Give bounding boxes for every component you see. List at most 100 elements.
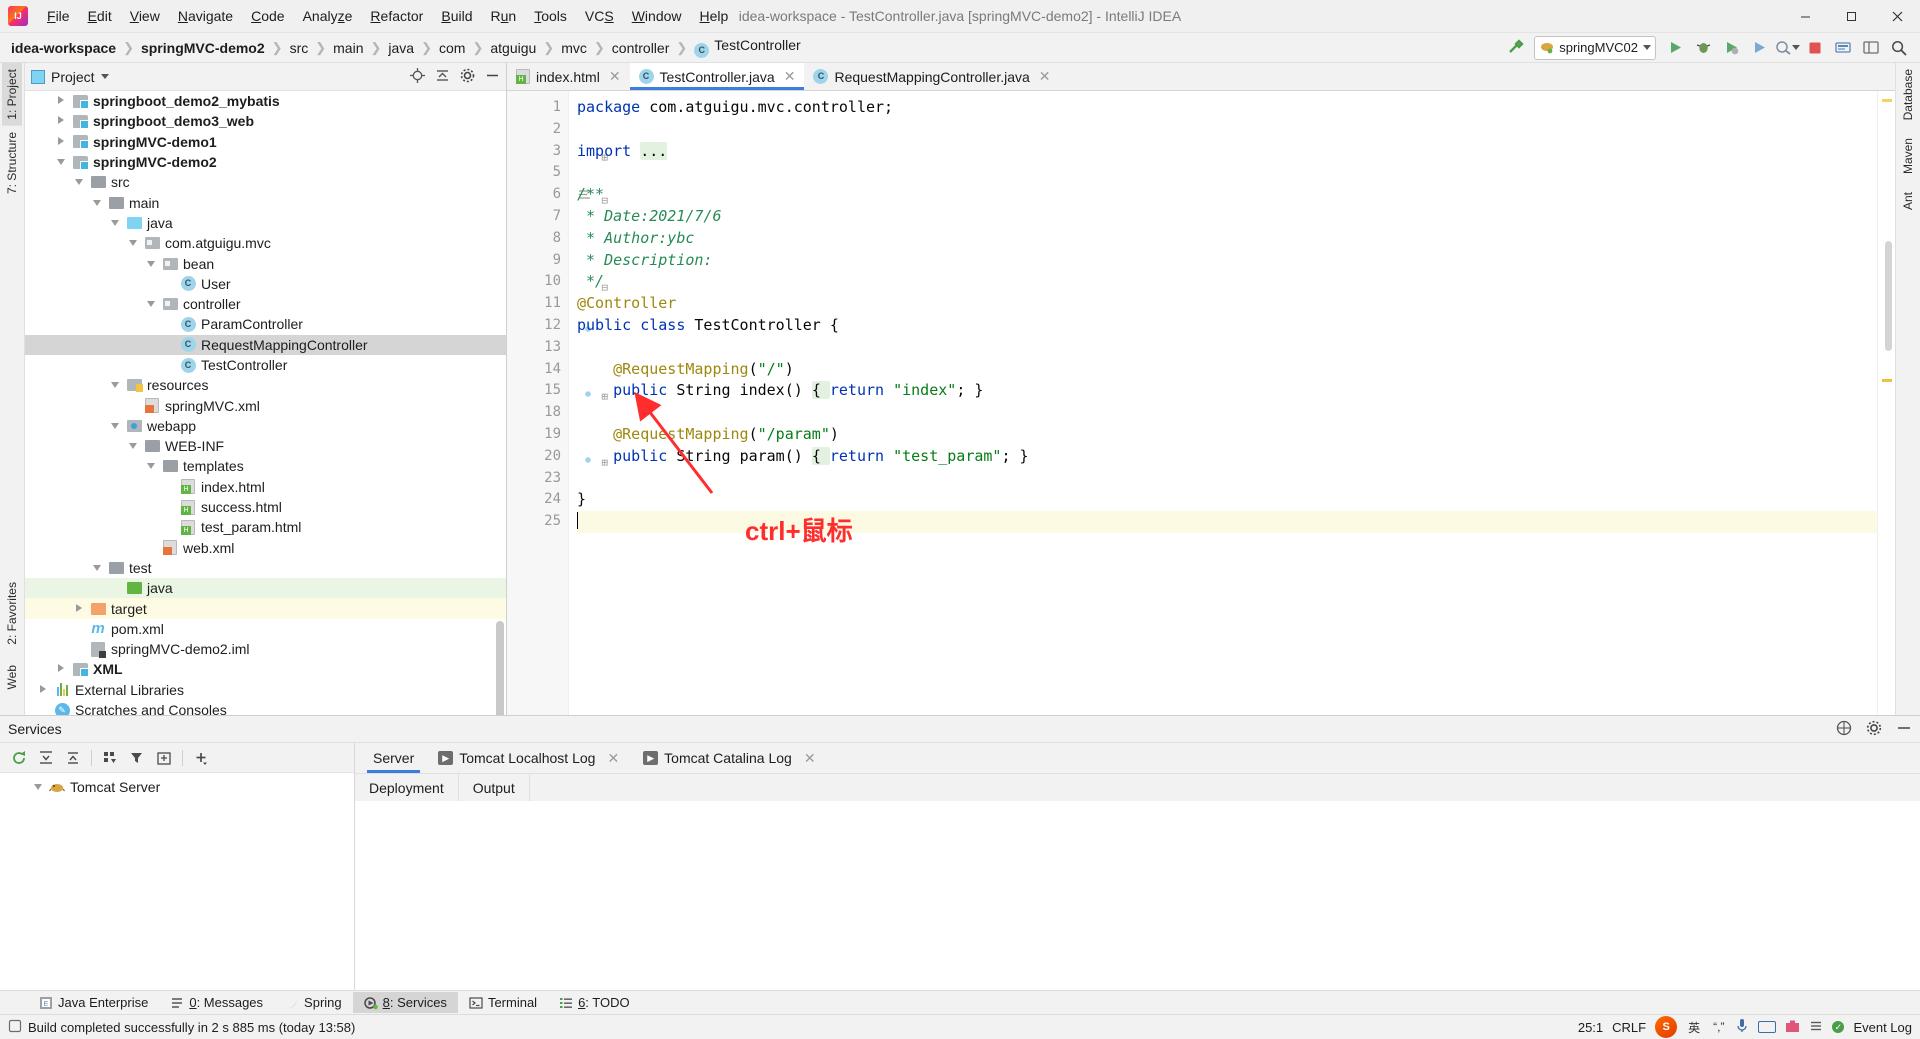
code-line-15[interactable]: public String index() { return "index"; … xyxy=(577,380,1877,402)
gutter-line-2[interactable]: 2 xyxy=(507,119,568,141)
close-icon[interactable]: ✕ xyxy=(609,68,621,85)
gutter-line-8[interactable]: 8 xyxy=(507,228,568,250)
chevron-down-icon[interactable] xyxy=(111,382,119,389)
search-icon[interactable] xyxy=(1886,36,1912,60)
chevron-down-icon[interactable] xyxy=(111,219,119,226)
sidebar-item-maven[interactable]: Maven xyxy=(1898,132,1918,180)
sidebar-item-structure[interactable]: 7: Structure xyxy=(2,126,22,200)
code-line-12[interactable]: public class TestController { xyxy=(577,315,1877,337)
breadcrumb-item-3[interactable]: main xyxy=(330,40,366,56)
gutter-line-18[interactable]: 18 xyxy=(507,402,568,424)
chevron-right-icon[interactable] xyxy=(58,136,64,145)
ime-language[interactable]: 英 xyxy=(1686,1019,1702,1036)
menu-help[interactable]: Help xyxy=(691,4,738,28)
gear-icon[interactable] xyxy=(460,68,475,86)
gutter-line-6[interactable]: 6 ⊟ xyxy=(507,184,608,207)
gutter-line-13[interactable]: 13 xyxy=(507,337,568,359)
gutter-line-12[interactable]: 12 xyxy=(507,315,592,337)
tree-item-test[interactable]: test xyxy=(25,558,506,578)
close-button[interactable] xyxy=(1874,0,1920,33)
gutter-line-7[interactable]: 7 xyxy=(507,206,568,228)
gutter-line-5[interactable]: 5 xyxy=(507,162,568,184)
expand-all-icon[interactable] xyxy=(37,749,55,767)
attach-icon[interactable] xyxy=(1774,36,1800,60)
gutter-line-14[interactable]: 14 xyxy=(507,359,568,381)
chevron-down-icon[interactable] xyxy=(147,260,155,267)
mic-icon[interactable] xyxy=(1735,1018,1749,1036)
chevron-right-icon[interactable] xyxy=(58,96,64,105)
tree-item-templates[interactable]: templates xyxy=(25,456,506,476)
bottom-tab-spring[interactable]: Spring xyxy=(274,992,353,1013)
hide-icon[interactable] xyxy=(1896,720,1912,739)
rerun-icon[interactable] xyxy=(10,749,28,767)
services-tab-server[interactable]: Server xyxy=(361,743,426,773)
chevron-down-icon[interactable] xyxy=(34,784,42,791)
menu-tools[interactable]: Tools xyxy=(525,4,576,28)
sidebar-item-project[interactable]: 1: Project xyxy=(2,63,22,126)
tree-item-controller[interactable]: controller xyxy=(25,294,506,314)
hammer-icon[interactable] xyxy=(1502,36,1528,60)
collapse-all-icon[interactable] xyxy=(64,749,82,767)
tree-item-web-xml[interactable]: web.xml xyxy=(25,538,506,558)
bottom-tab-messages[interactable]: 0: Messages xyxy=(159,992,274,1013)
hide-icon[interactable] xyxy=(485,68,500,86)
gutter-line-24[interactable]: 24 xyxy=(507,489,568,511)
gutter-line-25[interactable]: 25 xyxy=(507,511,568,533)
gutter-line-11[interactable]: 11 xyxy=(507,293,568,315)
breadcrumb-item-4[interactable]: java xyxy=(385,40,417,56)
chevron-down-icon[interactable] xyxy=(1791,45,1800,50)
chevron-right-icon[interactable] xyxy=(40,684,46,693)
line-separator[interactable]: CRLF xyxy=(1612,1020,1646,1035)
tree-item-pom-xml[interactable]: m pom.xml xyxy=(25,619,506,639)
caret-position[interactable]: 25:1 xyxy=(1578,1020,1603,1035)
services-tree-row[interactable]: Tomcat Server xyxy=(0,777,354,797)
services-tree[interactable]: Tomcat Server xyxy=(0,773,354,990)
tree-item-springboot-demo3-web[interactable]: springboot_demo3_web xyxy=(25,111,506,131)
code-line-11[interactable]: @Controller xyxy=(577,293,1877,315)
add-frame-icon[interactable] xyxy=(155,749,173,767)
gear-icon[interactable] xyxy=(1866,720,1882,739)
bottom-tab-todo[interactable]: 6: TODO xyxy=(548,992,641,1013)
breadcrumb-item-1[interactable]: springMVC-demo2 xyxy=(138,40,268,56)
services-tab-tomcat-catalina-log[interactable]: ▶ Tomcat Catalina Log ✕ xyxy=(631,743,827,773)
menu-run[interactable]: Run xyxy=(482,4,526,28)
services-tab-tomcat-localhost-log[interactable]: ▶ Tomcat Localhost Log ✕ xyxy=(426,743,631,773)
breadcrumb-item-8[interactable]: controller xyxy=(609,40,673,56)
tree-item-xml[interactable]: XML xyxy=(25,659,506,679)
tree-item-user[interactable]: C User xyxy=(25,274,506,294)
menu-edit[interactable]: Edit xyxy=(79,4,121,28)
menu-analyze[interactable]: Analyze xyxy=(294,4,362,28)
tree-item-external-libraries[interactable]: External Libraries xyxy=(25,680,506,700)
locate-icon[interactable] xyxy=(410,67,425,86)
toolbox-icon[interactable] xyxy=(1785,1019,1800,1036)
code-line-18[interactable] xyxy=(577,402,1877,424)
tree-item-main[interactable]: main xyxy=(25,192,506,212)
tree-item-resources[interactable]: resources xyxy=(25,375,506,395)
gutter-line-10[interactable]: 10 ⊟ xyxy=(507,271,608,294)
chevron-down-icon[interactable] xyxy=(57,159,65,166)
chevron-down-icon[interactable] xyxy=(111,422,119,429)
editor-scrollbar[interactable] xyxy=(1885,241,1892,351)
code-line-6[interactable]: /** xyxy=(577,184,1877,206)
code-line-10[interactable]: */ xyxy=(577,271,1877,293)
minimize-button[interactable] xyxy=(1782,0,1828,33)
gutter-line-15[interactable]: 15 ⊞ xyxy=(507,380,608,403)
editor-tab-index-html[interactable]: index.html ✕ xyxy=(507,63,630,90)
code-editor[interactable]: 1 2 3 ⊞ 5 6 ⊟ 7 8 9 10 ⊟ 11 12 13 14 15 ⊞ 18 19 20 ⊞ 23 24 25 pa… xyxy=(507,91,1895,715)
project-tree-scrollbar[interactable] xyxy=(496,621,504,715)
tree-item-webapp[interactable]: webapp xyxy=(25,416,506,436)
tree-item-index-html[interactable]: index.html xyxy=(25,477,506,497)
close-icon[interactable]: ✕ xyxy=(784,68,796,85)
chevron-right-icon[interactable] xyxy=(58,116,64,125)
chevron-right-icon[interactable] xyxy=(58,664,64,673)
code-line-24[interactable]: } xyxy=(577,489,1877,511)
code-line-3[interactable]: import ... xyxy=(577,141,1877,163)
tree-item-java[interactable]: java xyxy=(25,213,506,233)
event-log-label[interactable]: Event Log xyxy=(1853,1020,1912,1035)
tree-item-target[interactable]: target xyxy=(25,598,506,619)
code-line-5[interactable] xyxy=(577,162,1877,184)
code-line-2[interactable] xyxy=(577,119,1877,141)
help-icon[interactable] xyxy=(1836,720,1852,739)
coverage-icon[interactable] xyxy=(1718,36,1744,60)
chevron-down-icon[interactable] xyxy=(1643,45,1651,50)
